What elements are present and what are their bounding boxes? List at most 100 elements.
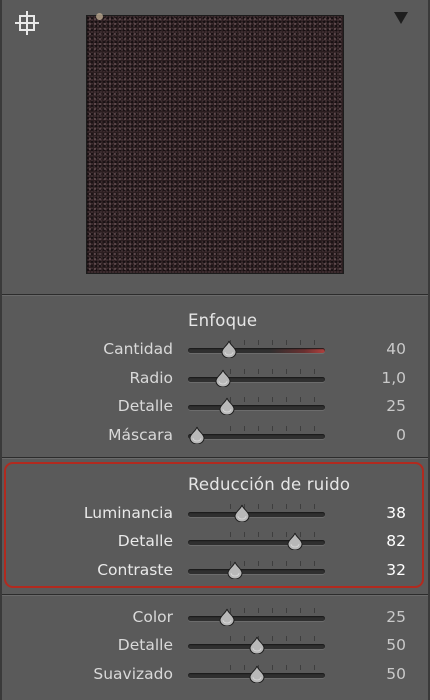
slider-row-color: Color 25 [0, 605, 430, 631]
slider-track[interactable] [188, 540, 325, 545]
slider-tick [286, 504, 287, 509]
slider-tick [300, 340, 301, 345]
slider-thumb[interactable] [221, 340, 237, 359]
slider-row-detalle-enfoque: Detalle 25 [0, 394, 430, 420]
slider-tick [314, 369, 315, 374]
slider-tick [272, 397, 273, 402]
slider-label: Detalle [117, 636, 173, 654]
slider-track[interactable] [188, 377, 325, 382]
contraste-slider[interactable] [188, 558, 325, 584]
slider-value[interactable]: 1,0 [381, 369, 406, 387]
color-slider[interactable] [188, 605, 325, 631]
slider-tick [314, 426, 315, 431]
suavizado-slider[interactable] [188, 662, 325, 688]
slider-tick [258, 532, 259, 537]
slider-tick [300, 426, 301, 431]
slider-thumb[interactable] [189, 426, 205, 445]
slider-track[interactable] [188, 434, 325, 439]
slider-thumb[interactable] [248, 665, 265, 684]
slider-tick [272, 340, 273, 345]
slider-tick [314, 504, 315, 509]
slider-label: Detalle [117, 532, 173, 550]
slider-ticks [188, 608, 325, 614]
slider-track[interactable] [188, 348, 325, 353]
slider-tick [244, 636, 245, 641]
slider-tick [258, 397, 259, 402]
slider-ticks [188, 397, 325, 403]
slider-row-radio: Radio 1,0 [0, 366, 430, 392]
slider-thumb[interactable] [234, 504, 250, 523]
slider-row-contraste: Contraste 32 [0, 558, 430, 584]
slider-value[interactable]: 25 [386, 608, 406, 626]
slider-label: Radio [129, 369, 173, 387]
slider-tick [244, 561, 245, 566]
radio-slider[interactable] [188, 366, 325, 392]
slider-tick [300, 665, 301, 670]
detail-preview-image[interactable] [86, 13, 344, 274]
section-title-reduccion-de-ruido: Reducción de ruido [188, 475, 351, 494]
slider-row-luminancia: Luminancia 38 [0, 501, 430, 527]
slider-track[interactable] [188, 569, 325, 574]
slider-track[interactable] [188, 405, 325, 410]
detalle-color-slider[interactable] [188, 633, 325, 659]
cantidad-slider[interactable] [188, 337, 325, 363]
slider-ticks [188, 532, 325, 538]
slider-tick [314, 561, 315, 566]
slider-thumb[interactable] [219, 608, 235, 627]
slider-tick [230, 504, 231, 509]
detalle-ruido-slider[interactable] [188, 529, 325, 555]
slider-thumb[interactable] [248, 636, 265, 655]
slider-value[interactable]: 40 [386, 340, 406, 358]
slider-ticks [188, 561, 325, 567]
slider-tick [230, 426, 231, 431]
slider-track[interactable] [188, 616, 325, 621]
slider-ticks [188, 504, 325, 510]
slider-tick [300, 369, 301, 374]
slider-row-cantidad: Cantidad 40 [0, 337, 430, 363]
slider-tick [314, 636, 315, 641]
slider-value[interactable]: 38 [386, 504, 406, 522]
slider-tick [258, 426, 259, 431]
slider-thumb[interactable] [219, 397, 235, 416]
slider-tick [258, 608, 259, 613]
slider-value[interactable]: 50 [386, 636, 406, 654]
slider-tick [314, 665, 315, 670]
slider-thumb[interactable] [215, 369, 231, 388]
slider-tick [258, 340, 259, 345]
slider-tick [272, 608, 273, 613]
slider-tick [272, 665, 273, 670]
slider-thumb[interactable] [287, 532, 303, 551]
slider-tick [272, 504, 273, 509]
slider-thumb[interactable] [227, 561, 243, 580]
slider-tick [244, 340, 245, 345]
slider-tick [300, 397, 301, 402]
slider-label: Máscara [108, 426, 173, 444]
slider-tick [230, 636, 231, 641]
detalle-enfoque-slider[interactable] [188, 394, 325, 420]
triangle-down-icon[interactable] [394, 12, 408, 24]
slider-tick [272, 561, 273, 566]
slider-value[interactable]: 82 [386, 532, 406, 550]
slider-label: Contraste [97, 561, 173, 579]
slider-tick [244, 426, 245, 431]
slider-tick [286, 397, 287, 402]
slider-tick [272, 369, 273, 374]
luminancia-slider[interactable] [188, 501, 325, 527]
slider-tick [244, 369, 245, 374]
slider-row-mascara: Máscara 0 [0, 423, 430, 449]
slider-value[interactable]: 50 [386, 665, 406, 683]
slider-tick [272, 636, 273, 641]
slider-track[interactable] [188, 512, 325, 517]
slider-tick [230, 665, 231, 670]
slider-tick [300, 636, 301, 641]
slider-value[interactable]: 32 [386, 561, 406, 579]
target-adjustment-icon[interactable] [14, 10, 40, 36]
slider-tick [286, 561, 287, 566]
slider-value[interactable]: 0 [396, 426, 406, 444]
mascara-slider[interactable] [188, 423, 325, 449]
preview-speck [96, 13, 103, 20]
slider-tick [286, 369, 287, 374]
section-divider [2, 457, 428, 459]
slider-tick [286, 426, 287, 431]
slider-value[interactable]: 25 [386, 397, 406, 415]
